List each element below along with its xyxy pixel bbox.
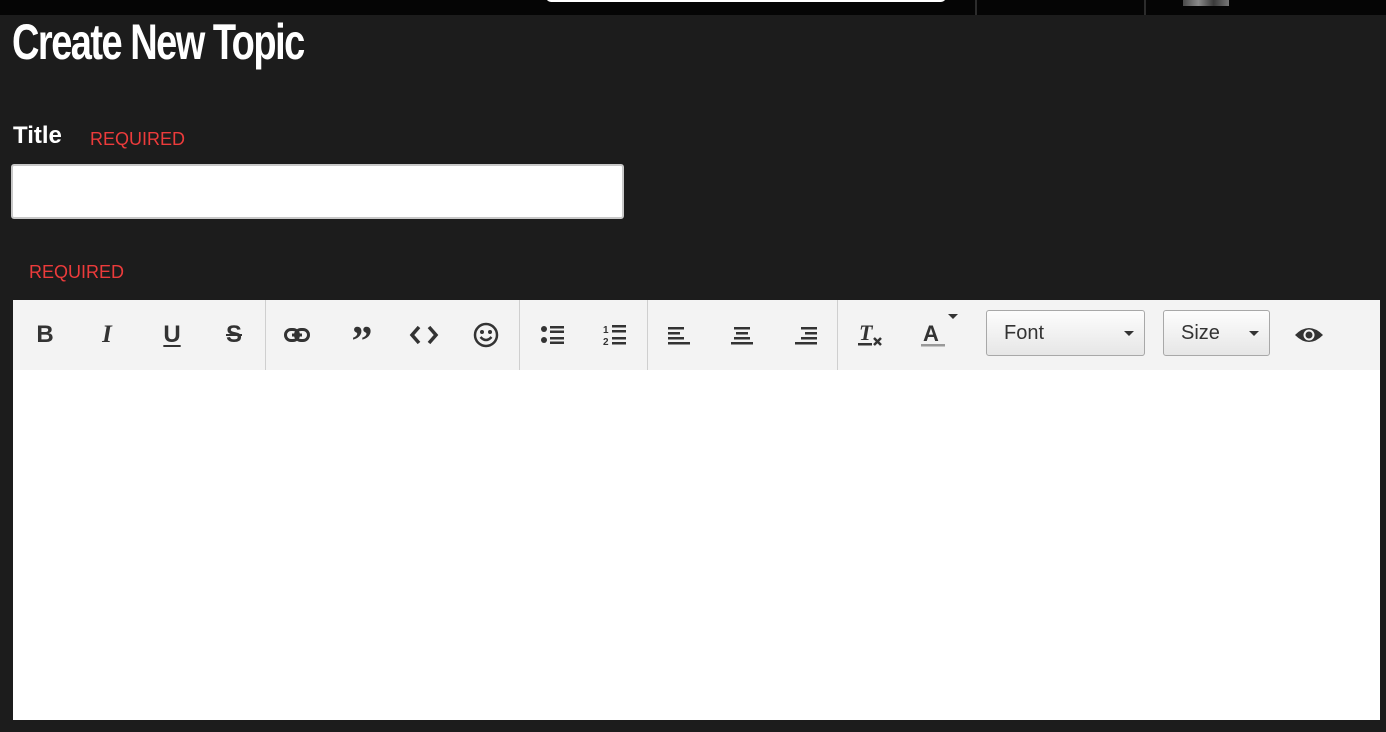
page-title: Create New Topic — [12, 14, 305, 70]
underline-button[interactable]: U — [150, 312, 194, 358]
align-center-button[interactable] — [720, 312, 764, 358]
text-color-dropdown-caret[interactable] — [948, 314, 958, 319]
top-navigation-bar — [0, 0, 1386, 15]
code-button[interactable] — [402, 312, 446, 358]
title-input[interactable] — [11, 164, 624, 219]
search-bar[interactable] — [546, 0, 946, 2]
link-icon — [284, 328, 310, 342]
nav-divider — [975, 0, 977, 15]
chevron-down-icon — [1124, 331, 1134, 336]
bold-icon: B — [36, 321, 54, 348]
chevron-down-icon — [1249, 331, 1259, 336]
numbered-list-button[interactable]: 1 2 — [593, 312, 637, 358]
align-left-icon — [668, 327, 690, 345]
user-avatar[interactable] — [1183, 0, 1229, 6]
align-center-icon — [731, 327, 753, 345]
toolbar-separator — [647, 300, 648, 370]
title-required-badge: REQUIRED — [90, 129, 186, 149]
rich-text-editor: B I U S ” 1 2 T A Font Size — [13, 300, 1380, 720]
bold-button[interactable]: B — [23, 312, 67, 358]
italic-icon: I — [102, 321, 112, 348]
font-select[interactable]: Font — [986, 310, 1145, 356]
nav-divider — [1144, 0, 1146, 15]
toolbar-separator — [837, 300, 838, 370]
emoji-button[interactable] — [464, 312, 508, 358]
align-right-button[interactable] — [784, 312, 828, 358]
editor-content-area[interactable] — [13, 370, 1380, 720]
svg-text:T: T — [859, 322, 874, 345]
italic-button[interactable]: I — [85, 312, 129, 358]
font-select-value: Font — [1004, 321, 1045, 344]
body-required-badge: REQUIRED — [29, 262, 125, 282]
emoji-icon — [473, 322, 499, 348]
preview-icon — [1295, 328, 1323, 342]
underline-icon: U — [163, 321, 181, 348]
svg-text:1: 1 — [603, 325, 609, 336]
strikethrough-icon: S — [225, 321, 242, 348]
align-right-icon — [795, 327, 817, 345]
bullet-list-icon — [541, 326, 564, 344]
code-icon — [409, 325, 439, 345]
strikethrough-button[interactable]: S — [212, 312, 256, 358]
size-select-value: Size — [1181, 321, 1220, 344]
align-left-button[interactable] — [657, 312, 701, 358]
size-select[interactable]: Size — [1163, 310, 1270, 356]
text-color-icon: A — [921, 321, 945, 347]
quote-button[interactable]: ” — [339, 312, 383, 363]
clear-format-button[interactable]: T — [849, 312, 893, 358]
svg-text:2: 2 — [603, 337, 609, 347]
preview-button[interactable] — [1287, 312, 1331, 358]
toolbar-separator — [519, 300, 520, 370]
toolbar-separator — [265, 300, 266, 370]
numbered-list-icon: 1 2 — [603, 325, 626, 347]
link-button[interactable] — [275, 312, 319, 358]
svg-text:A: A — [923, 321, 939, 346]
editor-toolbar: B I U S ” 1 2 T A Font Size — [13, 300, 1380, 370]
bullet-list-button[interactable] — [531, 312, 575, 358]
clear-format-icon: T — [858, 322, 882, 346]
quote-icon: ” — [351, 319, 373, 365]
title-label: Title — [13, 122, 62, 149]
